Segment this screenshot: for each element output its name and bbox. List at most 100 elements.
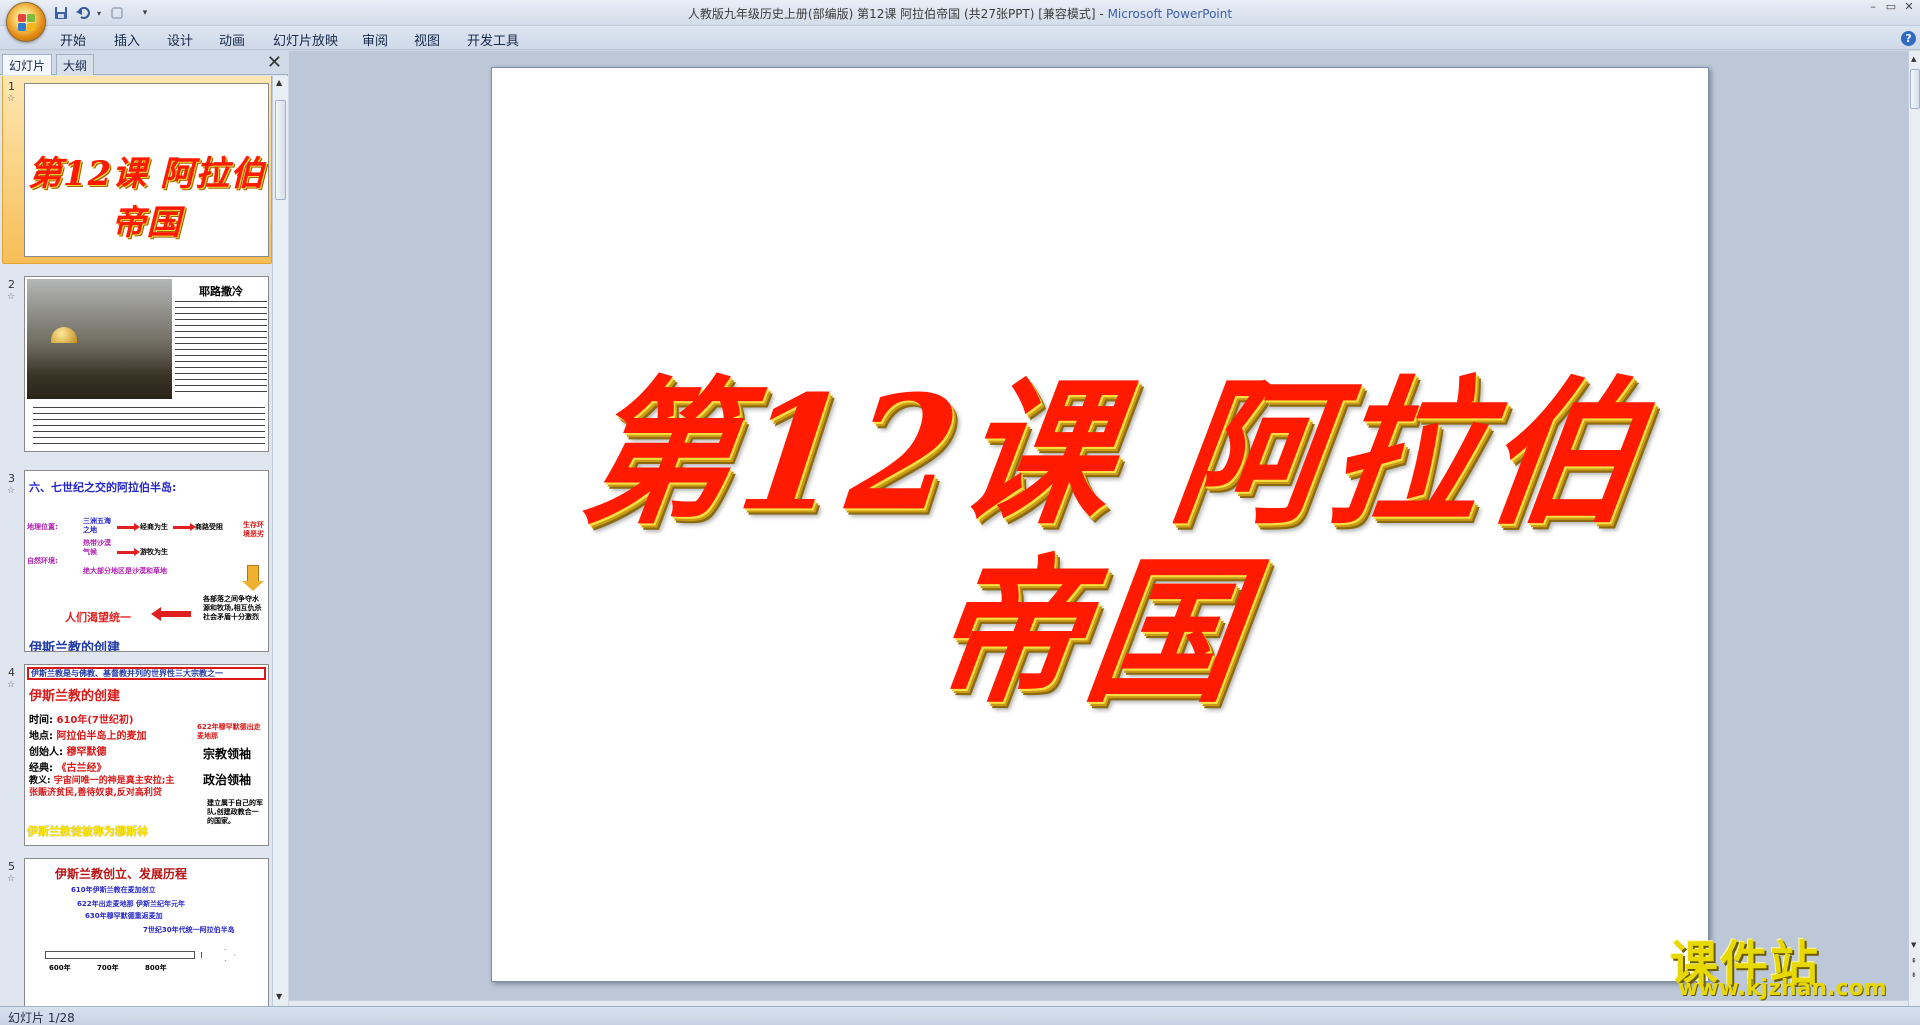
thumb-yellow-text: 伊斯兰教徒被称为穆斯林: [27, 825, 148, 838]
office-logo-icon: [18, 14, 36, 32]
slide-thumbnail-5[interactable]: 5 ☆ 伊斯兰教创立、发展历程 610年伊斯兰教在麦加创立 622年出走麦地那 …: [0, 856, 272, 1006]
slide-preview: 伊斯兰教创立、发展历程 610年伊斯兰教在麦加创立 622年出走麦地那 伊斯兰纪…: [24, 858, 269, 1006]
slide-number: 2: [8, 278, 15, 291]
timeline-bar: [45, 951, 195, 959]
scroll-up-icon[interactable]: ▲: [276, 78, 282, 87]
tab-slideshow[interactable]: 幻灯片放映: [273, 30, 338, 49]
main-scrollbar[interactable]: ▲ ▼ ⇞ ⇟: [1908, 51, 1920, 1006]
thumb-red-text: 人们渴望统一: [65, 611, 131, 624]
tab-view[interactable]: 视图: [414, 30, 440, 49]
slide-number: 1: [8, 80, 15, 93]
slide-number: 5: [8, 860, 15, 873]
status-bar: 幻灯片 1/28: [0, 1006, 1920, 1025]
close-pane-icon[interactable]: ✕: [267, 52, 282, 73]
dome-shape: [51, 327, 77, 343]
timeline-arrow-icon: [201, 949, 235, 961]
scrollbar-thumb[interactable]: [1910, 69, 1920, 109]
row-value: 《古兰经》: [56, 763, 107, 774]
row-place: 地点: 阿拉伯半岛上的麦加: [29, 727, 146, 742]
tab-animation[interactable]: 动画: [219, 30, 245, 49]
row-value: 610年(7世纪初): [56, 715, 134, 726]
scroll-down-icon[interactable]: ▼: [276, 992, 282, 1001]
label-nomad: 游牧为生: [140, 548, 168, 556]
slide-thumbnail-4[interactable]: 4 ☆ 伊斯兰教是与佛教、基督教并列的世界性三大宗教之一 伊斯兰教的创建 时间:…: [0, 662, 272, 854]
help-icon[interactable]: ?: [1901, 31, 1916, 46]
timeline-event: 622年出走麦地那 伊斯兰纪年元年: [77, 900, 186, 908]
row-time: 时间: 610年(7世纪初): [29, 711, 133, 726]
thumb-role-2: 政治领袖: [203, 773, 252, 787]
arrow-icon: [117, 548, 140, 556]
close-button[interactable]: ✕: [1898, 0, 1920, 18]
tab-review[interactable]: 审阅: [362, 30, 388, 49]
animation-star-icon: ☆: [7, 94, 16, 104]
window-title-document: 人教版九年级历史上册(部编版) 第12课 阿拉伯帝国 (共27张PPT) [兼容…: [687, 7, 1108, 21]
label-trade: 经商为生: [140, 523, 168, 531]
tab-outline[interactable]: 大纲: [56, 54, 95, 75]
watermark-url: www.kjzhan.com: [1678, 976, 1887, 1001]
scroll-down-icon[interactable]: ▼: [1911, 941, 1916, 949]
title-bar: ▾ ▾ 人教版九年级历史上册(部编版) 第12课 阿拉伯帝国 (共27张PPT)…: [0, 0, 1920, 42]
label-desert-climate: 热带沙漠气候: [83, 539, 111, 556]
row-label: 时间:: [29, 715, 53, 726]
slide-thumbnail-list: 1 ☆ 第12课 阿拉伯帝国 2 ☆ 耶路撒冷 3 ☆ 六、七世纪之交的阿拉伯半…: [0, 76, 272, 1006]
slide-thumbnail-1[interactable]: 1 ☆ 第12课 阿拉伯帝国: [0, 76, 272, 268]
tab-slides[interactable]: 幻灯片: [2, 54, 53, 75]
tab-design[interactable]: 设计: [167, 30, 193, 49]
row-founder: 创始人: 穆罕默德: [29, 743, 106, 758]
row-label: 地点:: [29, 731, 53, 742]
slide-thumbnail-2[interactable]: 2 ☆ 耶路撒冷: [0, 274, 272, 466]
current-slide[interactable]: 第12课 阿拉伯帝国: [491, 67, 1709, 982]
slide-title[interactable]: 第12课 阿拉伯帝国: [527, 361, 1677, 724]
previous-slide-icon[interactable]: ⇞: [1911, 957, 1917, 965]
label-environment: 自然环境:: [27, 557, 58, 565]
label-harsh-environment: 生存环境恶劣: [243, 521, 264, 538]
slides-pane: 幻灯片 大纲 ✕ 1 ☆ 第12课 阿拉伯帝国 2 ☆ 耶路撒冷 3 ☆ 六、七…: [0, 51, 288, 1006]
arrow-icon: [173, 523, 196, 531]
thumb-heading: 伊斯兰教的创建: [29, 689, 121, 704]
slide-preview: 耶路撒冷: [24, 276, 269, 452]
thumbnail-scrollbar[interactable]: ▲ ▼: [272, 76, 288, 1006]
ribbon-tabs: 开始 插入 设计 动画 幻灯片放映 审阅 视图 开发工具 ?: [0, 26, 1920, 50]
timeline-event: 630年穆罕默德重返麦加: [85, 912, 163, 920]
timeline-event: 610年伊斯兰教在麦加创立: [71, 886, 156, 894]
label-location: 地理位置:: [27, 523, 58, 531]
left-arrow-icon: [161, 611, 191, 617]
animation-star-icon: ☆: [7, 874, 16, 884]
timeline-event: 7世纪30年代统一阿拉伯半岛: [143, 926, 235, 934]
label-trade-blocked: 商路受阻: [195, 523, 223, 531]
row-scripture: 经典: 《古兰经》: [29, 759, 106, 774]
pane-tabs: 幻灯片 大纲 ✕: [0, 51, 288, 75]
body-text-block: [175, 299, 267, 395]
window-title: 人教版九年级历史上册(部编版) 第12课 阿拉伯帝国 (共27张PPT) [兼容…: [0, 5, 1920, 22]
scrollbar-thumb[interactable]: [275, 100, 286, 200]
next-slide-icon[interactable]: ⇟: [1911, 971, 1917, 979]
window-title-app: Microsoft PowerPoint: [1107, 7, 1233, 21]
label-desert-grassland: 绝大部分地区是沙漠和草地: [83, 567, 167, 575]
tab-insert[interactable]: 插入: [114, 30, 140, 49]
watermark-logo: 课件站 www.kjzhan.com: [1670, 924, 1910, 1004]
tab-developer[interactable]: 开发工具: [467, 30, 519, 49]
arrow-icon: [117, 523, 140, 531]
thumb-role-1: 宗教领袖: [203, 747, 252, 761]
scroll-up-icon[interactable]: ▲: [1911, 55, 1916, 63]
jerusalem-photo: [27, 279, 172, 399]
slide-thumbnail-3[interactable]: 3 ☆ 六、七世纪之交的阿拉伯半岛: 地理位置: 自然环境: 三洲五海之地 热带…: [0, 468, 272, 660]
row-label: 教义:: [29, 776, 51, 786]
label-three-continents: 三洲五海之地: [83, 517, 111, 534]
office-button[interactable]: [6, 2, 46, 42]
thumb-right-bottom: 建立属于自己的军队,创建政教合一的国家。: [207, 799, 263, 825]
thumb-heading: 耶路撒冷: [199, 285, 243, 298]
row-label: 创始人:: [29, 747, 63, 758]
slide-edit-area: 第12课 阿拉伯帝国: [289, 51, 1912, 1006]
thumb-slide-title: 第12课 阿拉伯帝国: [27, 154, 266, 243]
thumb-heading: 六、七世纪之交的阿拉伯半岛:: [29, 481, 177, 494]
animation-star-icon: ☆: [7, 486, 16, 496]
tab-home[interactable]: 开始: [60, 30, 86, 49]
thumb-footer: 伊斯兰教的创建: [29, 641, 121, 652]
row-value: 穆罕默德: [66, 747, 107, 758]
slide-counter: 幻灯片 1/28: [8, 1011, 75, 1025]
row-label: 经典:: [29, 763, 53, 774]
thumb-banner: 伊斯兰教是与佛教、基督教并列的世界性三大宗教之一: [27, 667, 266, 680]
timeline-tick: 800年: [145, 964, 167, 972]
timeline-tick: 700年: [97, 964, 119, 972]
